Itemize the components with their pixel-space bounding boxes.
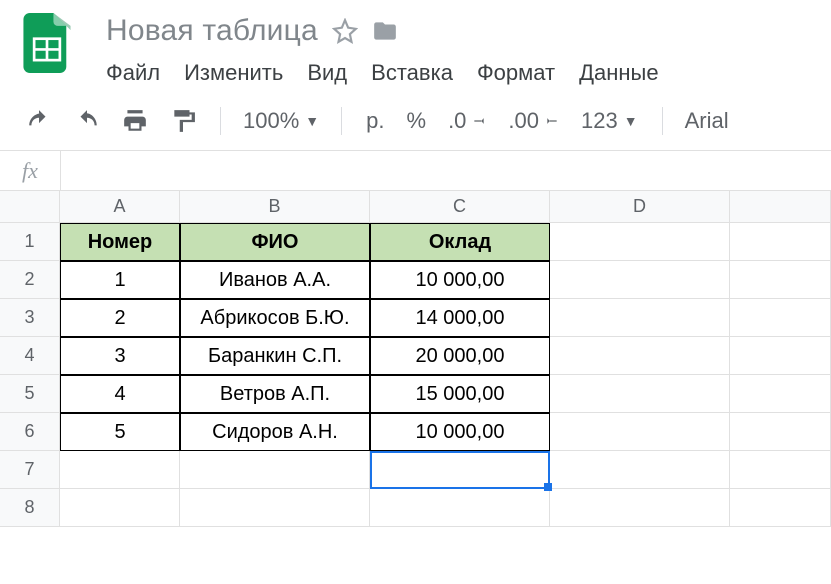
sheets-logo-icon[interactable] [18,14,76,72]
row-header-6[interactable]: 6 [0,413,60,451]
menu-insert[interactable]: Вставка [371,60,453,86]
cell-C3[interactable]: 14 000,00 [370,299,550,337]
cell-D2[interactable] [550,261,730,299]
row-header-4[interactable]: 4 [0,337,60,375]
cell-B4[interactable]: Баранкин С.П. [180,337,370,375]
col-header-D[interactable]: D [550,191,730,223]
col-header-B[interactable]: B [180,191,370,223]
cell-D4[interactable] [550,337,730,375]
folder-icon[interactable] [372,18,398,44]
cell-C5[interactable]: 15 000,00 [370,375,550,413]
number-format-dropdown[interactable]: 123 ▼ [573,108,646,134]
row-header-3[interactable]: 3 [0,299,60,337]
font-name: Arial [685,108,729,134]
cell-E3[interactable] [730,299,831,337]
cell-A2[interactable]: 1 [60,261,180,299]
cell-A5[interactable]: 4 [60,375,180,413]
cell-A8[interactable] [60,489,180,527]
star-icon[interactable] [332,18,358,44]
cell-E4[interactable] [730,337,831,375]
spreadsheet-grid[interactable]: A B C D 1 Номер ФИО Оклад 2 1 Иванов А.А… [0,191,831,527]
cell-B5[interactable]: Ветров А.П. [180,375,370,413]
menu-bar: Файл Изменить Вид Вставка Формат Данные [106,60,659,86]
cell-A7[interactable] [60,451,180,489]
selection-handle-icon[interactable] [544,483,552,491]
cell-C4[interactable]: 20 000,00 [370,337,550,375]
cell-B7[interactable] [180,451,370,489]
menu-view[interactable]: Вид [307,60,347,86]
menu-format[interactable]: Формат [477,60,555,86]
chevron-down-icon: ▼ [624,113,638,129]
cell-C6[interactable]: 10 000,00 [370,413,550,451]
cell-C8[interactable] [370,489,550,527]
cell-B2[interactable]: Иванов А.А. [180,261,370,299]
separator [220,107,221,135]
cell-D8[interactable] [550,489,730,527]
percent-button[interactable]: % [399,108,435,134]
cell-B3[interactable]: Абрикосов Б.Ю. [180,299,370,337]
menu-edit[interactable]: Изменить [184,60,283,86]
cell-D6[interactable] [550,413,730,451]
menu-file[interactable]: Файл [106,60,160,86]
col-header-C[interactable]: C [370,191,550,223]
col-header-extra[interactable] [730,191,831,223]
fx-label: fx [0,158,60,184]
cell-C1[interactable]: Оклад [370,223,550,261]
decrease-decimal-button[interactable]: .0 [440,108,494,134]
num-fmt-label: 123 [581,108,618,134]
cell-C2[interactable]: 10 000,00 [370,261,550,299]
separator [341,107,342,135]
col-header-A[interactable]: A [60,191,180,223]
cell-B1[interactable]: ФИО [180,223,370,261]
paint-format-icon[interactable] [162,104,204,138]
formula-input[interactable] [60,151,831,190]
row-header-2[interactable]: 2 [0,261,60,299]
dec-more-label: .00 [508,108,539,134]
row-header-7[interactable]: 7 [0,451,60,489]
cell-E5[interactable] [730,375,831,413]
undo-icon[interactable] [18,104,60,138]
formula-bar: fx [0,151,831,191]
cell-A1[interactable]: Номер [60,223,180,261]
cell-D1[interactable] [550,223,730,261]
zoom-dropdown[interactable]: 100% ▼ [237,108,325,134]
cell-B6[interactable]: Сидоров А.Н. [180,413,370,451]
redo-icon[interactable] [66,104,108,138]
cell-A6[interactable]: 5 [60,413,180,451]
cell-E8[interactable] [730,489,831,527]
cell-E7[interactable] [730,451,831,489]
cell-D7[interactable] [550,451,730,489]
cell-A4[interactable]: 3 [60,337,180,375]
doc-title[interactable]: Новая таблица [106,14,318,48]
chevron-down-icon: ▼ [305,113,319,129]
print-icon[interactable] [114,104,156,138]
cell-C7[interactable] [370,451,550,489]
cell-D3[interactable] [550,299,730,337]
menu-data[interactable]: Данные [579,60,658,86]
cell-D5[interactable] [550,375,730,413]
font-dropdown[interactable]: Arial [679,108,735,134]
row-header-5[interactable]: 5 [0,375,60,413]
cell-E6[interactable] [730,413,831,451]
select-all-corner[interactable] [0,191,60,223]
separator [662,107,663,135]
cell-E1[interactable] [730,223,831,261]
row-header-8[interactable]: 8 [0,489,60,527]
currency-button[interactable]: р. [358,108,392,134]
row-header-1[interactable]: 1 [0,223,60,261]
cell-B8[interactable] [180,489,370,527]
app-header: Новая таблица Файл Изменить Вид Вставка … [0,0,831,90]
increase-decimal-button[interactable]: .00 [500,108,567,134]
cell-E2[interactable] [730,261,831,299]
toolbar: 100% ▼ р. % .0 .00 123 ▼ Arial [0,90,831,151]
zoom-value: 100% [243,108,299,134]
cell-A3[interactable]: 2 [60,299,180,337]
dec-less-label: .0 [448,108,466,134]
